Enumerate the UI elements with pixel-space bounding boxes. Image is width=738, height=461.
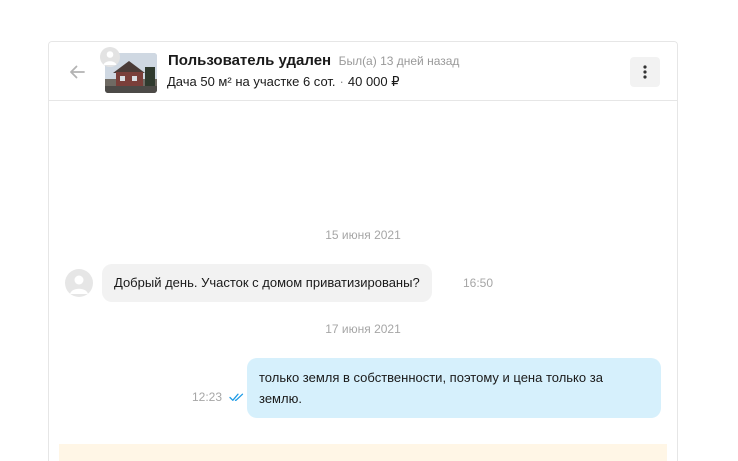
chat-header: Пользователь удален Был(а) 13 дней назад… [49,42,677,101]
message-time: 16:50 [463,276,494,290]
listing-title: Дача 50 м² на участке 6 сот. [167,74,336,89]
last-seen-status: Был(а) 13 дней назад [338,54,460,68]
header-title-line: Пользователь удален Был(а) 13 дней назад [168,52,459,70]
back-button[interactable] [65,60,89,84]
sender-avatar[interactable] [65,269,93,297]
arrow-left-icon [70,65,85,79]
message-time: 12:23 [192,390,223,404]
user-avatar[interactable] [100,47,120,67]
listing-price: 40 000 ₽ [347,74,400,89]
message-text: только земля в собственности, поэтому и … [259,370,603,406]
incoming-message: Добрый день. Участок с домом приватизиро… [102,264,432,302]
date-separator: 15 июня 2021 [325,228,401,242]
message-text: Добрый день. Участок с домом приватизиро… [114,275,420,290]
double-check-icon [229,393,244,401]
notice-banner [59,444,667,461]
kebab-menu-icon [643,65,647,79]
outgoing-message: только земля в собственности, поэтому и … [247,358,661,418]
listing-info[interactable]: Дача 50 м² на участке 6 сот. · 40 000 ₽ [167,74,400,90]
user-avatar-icon [103,51,117,65]
chat-window: Пользователь удален Был(а) 13 дней назад… [48,41,678,461]
more-options-button[interactable] [630,57,660,87]
username[interactable]: Пользователь удален [168,52,331,69]
date-separator: 17 июня 2021 [325,322,401,336]
user-avatar-icon [70,275,88,294]
separator-dot: · [339,74,344,89]
